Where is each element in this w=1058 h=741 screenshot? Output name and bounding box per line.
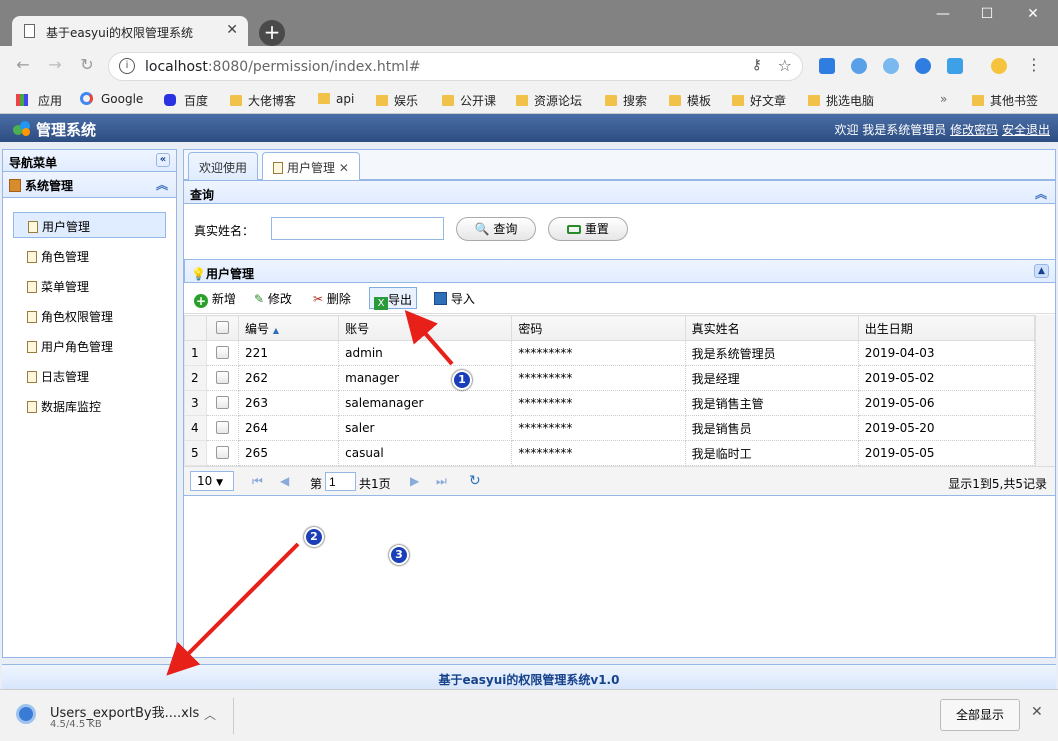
annotation-badge: 3 [389, 545, 409, 565]
annotation-badge: 1 [452, 370, 472, 390]
annotation-arrow [166, 542, 300, 676]
annotation-arrow [404, 309, 454, 366]
annotation-badge: 2 [304, 527, 324, 547]
annotation-overlay [166, 309, 454, 676]
